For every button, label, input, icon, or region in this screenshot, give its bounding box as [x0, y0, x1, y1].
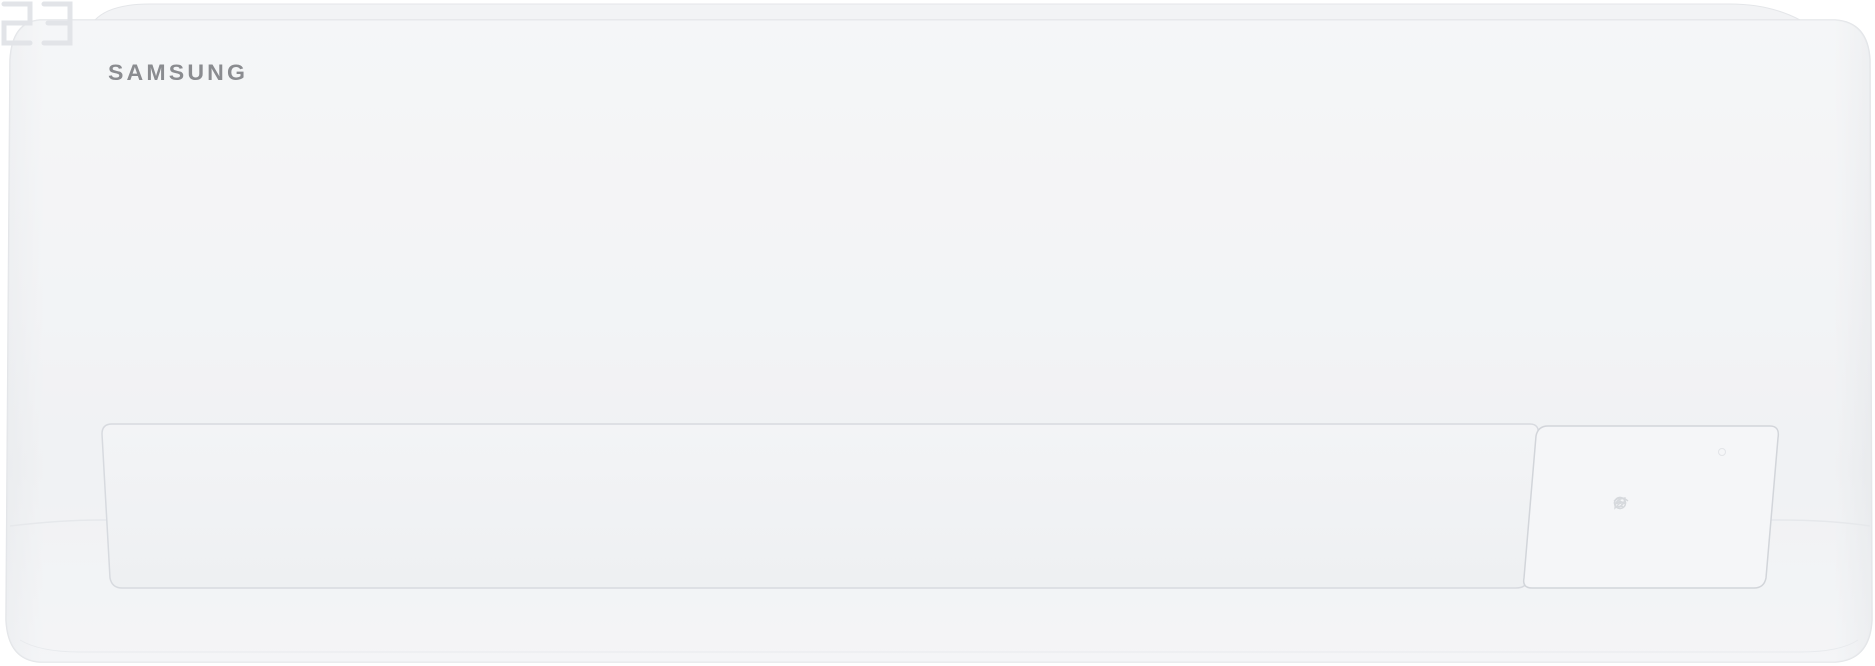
- degree-symbol: [1718, 448, 1726, 456]
- air-conditioner-unit: SAMSUNG: [0, 0, 1875, 666]
- status-indicators: [1612, 496, 1706, 510]
- timer-icon: [1613, 496, 1680, 510]
- wifi-icon: [1613, 496, 1706, 510]
- temperature-display: [1, 1, 73, 46]
- unit-body: [5, 3, 1873, 663]
- brand-logo: SAMSUNG: [108, 60, 249, 85]
- fan-icon: [1613, 496, 1654, 510]
